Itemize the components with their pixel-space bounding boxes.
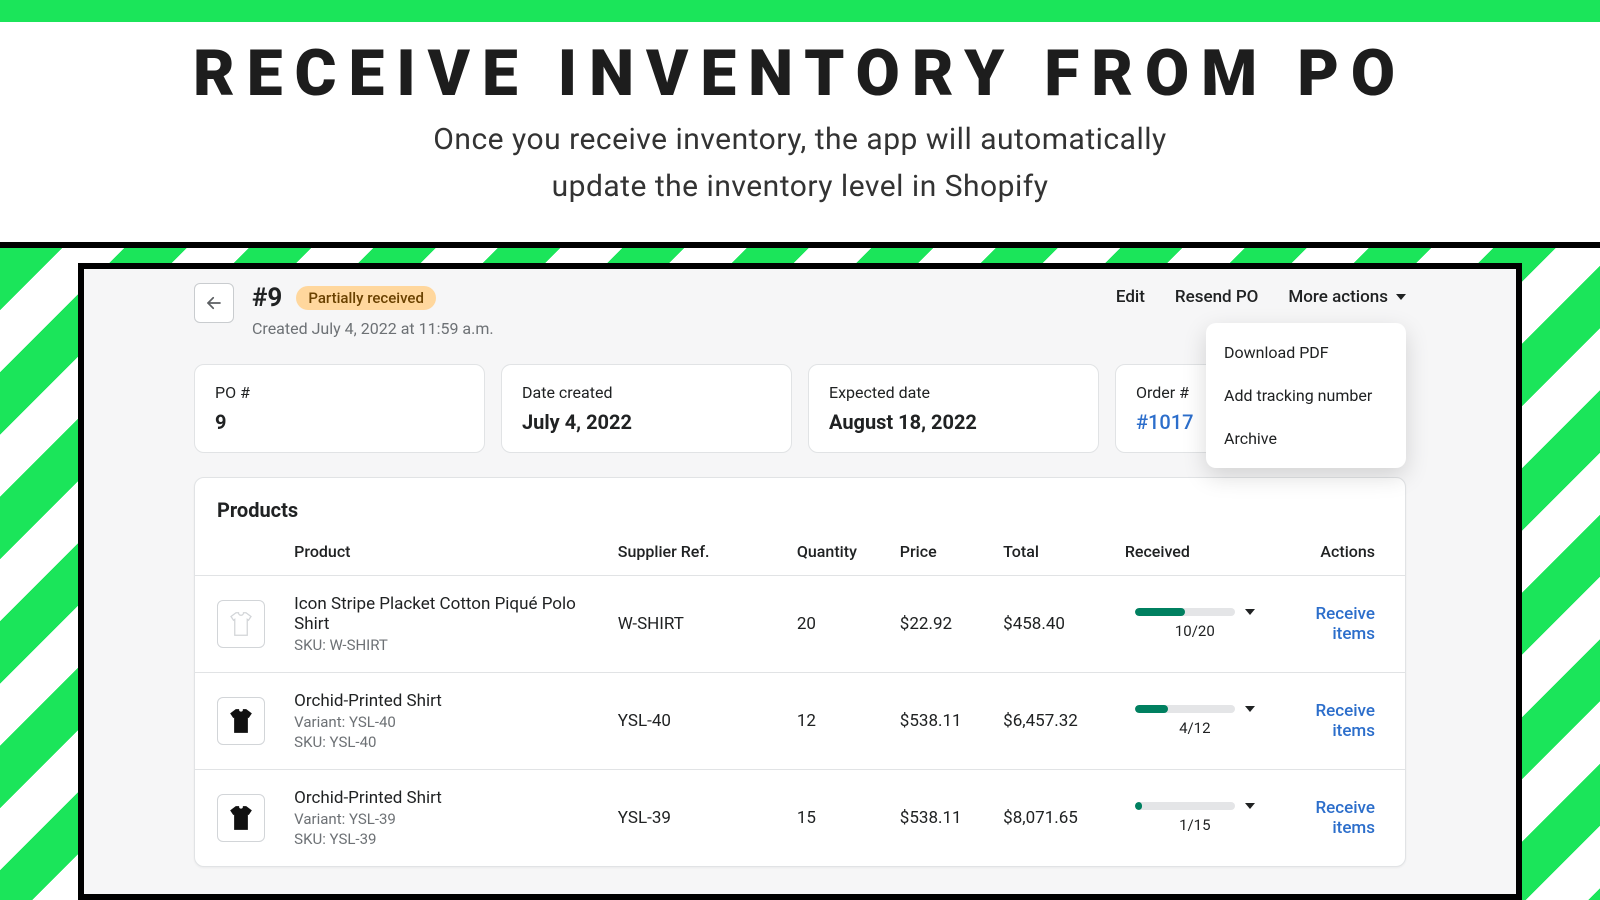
- col-product: Product: [284, 526, 608, 576]
- received-dropdown-icon[interactable]: [1245, 803, 1255, 809]
- resend-po-button[interactable]: Resend PO: [1175, 287, 1259, 307]
- menu-download-pdf[interactable]: Download PDF: [1206, 331, 1406, 374]
- status-badge: Partially received: [296, 286, 436, 310]
- cell-quantity: 12: [787, 673, 890, 770]
- product-variant: Variant: YSL-40: [294, 713, 598, 731]
- table-row: Icon Stripe Placket Cotton Piqué Polo Sh…: [195, 576, 1405, 673]
- product-sku: SKU: YSL-39: [294, 830, 598, 848]
- receive-items-button[interactable]: Receive items: [1315, 798, 1375, 838]
- received-progress-bar: [1135, 802, 1235, 810]
- cell-total: $6,457.32: [993, 673, 1115, 770]
- card-value: August 18, 2022: [829, 410, 1078, 434]
- received-progress-bar: [1135, 608, 1235, 616]
- card-po-number: PO # 9: [194, 364, 485, 453]
- received-progress-bar: [1135, 705, 1235, 713]
- table-row: Orchid-Printed Shirt Variant: YSL-40 SKU: …: [195, 673, 1405, 770]
- card-date-created: Date created July 4, 2022: [501, 364, 792, 453]
- product-thumbnail: [217, 600, 265, 648]
- more-actions-label: More actions: [1288, 287, 1388, 307]
- col-quantity: Quantity: [787, 526, 890, 576]
- cell-total: $8,071.65: [993, 770, 1115, 867]
- edit-button[interactable]: Edit: [1116, 287, 1145, 307]
- cell-supplier-ref: YSL-40: [608, 673, 787, 770]
- hero-title: RECEIVE INVENTORY FROM PO: [0, 40, 1600, 107]
- product-name: Icon Stripe Placket Cotton Piqué Polo Sh…: [294, 594, 598, 634]
- arrow-left-icon: [205, 294, 223, 312]
- product-name: Orchid-Printed Shirt: [294, 691, 598, 711]
- cell-price: $538.11: [890, 770, 993, 867]
- created-timestamp: Created July 4, 2022 at 11:59 a.m.: [252, 319, 1098, 338]
- cell-total: $458.40: [993, 576, 1115, 673]
- received-count: 4/12: [1179, 719, 1210, 737]
- products-panel: Products Product Supplier Ref. Quantity …: [194, 477, 1406, 867]
- received-count: 1/15: [1179, 816, 1210, 834]
- col-received: Received: [1115, 526, 1306, 576]
- card-expected-date: Expected date August 18, 2022: [808, 364, 1099, 453]
- received-count: 10/20: [1175, 622, 1215, 640]
- po-title: #9: [252, 283, 282, 313]
- hero-block: RECEIVE INVENTORY FROM PO Once you recei…: [0, 22, 1600, 224]
- received-dropdown-icon[interactable]: [1245, 609, 1255, 615]
- card-label: Date created: [522, 383, 771, 402]
- cell-price: $22.92: [890, 576, 993, 673]
- cell-quantity: 20: [787, 576, 890, 673]
- more-actions-button[interactable]: More actions: [1288, 287, 1406, 307]
- card-value: 9: [215, 410, 464, 434]
- back-button[interactable]: [194, 283, 234, 323]
- cell-price: $538.11: [890, 673, 993, 770]
- products-heading: Products: [195, 478, 1405, 526]
- cell-quantity: 15: [787, 770, 890, 867]
- table-row: Orchid-Printed Shirt Variant: YSL-39 SKU: …: [195, 770, 1405, 867]
- app-window: #9 Partially received Created July 4, 20…: [78, 263, 1522, 900]
- menu-archive[interactable]: Archive: [1206, 417, 1406, 460]
- product-thumbnail: [217, 794, 265, 842]
- products-table: Product Supplier Ref. Quantity Price Tot…: [195, 526, 1405, 866]
- card-label: PO #: [215, 383, 464, 402]
- card-label: Expected date: [829, 383, 1078, 402]
- col-price: Price: [890, 526, 993, 576]
- more-actions-menu: Download PDF Add tracking number Archive: [1206, 323, 1406, 468]
- product-variant: Variant: YSL-39: [294, 810, 598, 828]
- cell-supplier-ref: YSL-39: [608, 770, 787, 867]
- product-sku: SKU: W-SHIRT: [294, 636, 598, 654]
- menu-add-tracking[interactable]: Add tracking number: [1206, 374, 1406, 417]
- product-name: Orchid-Printed Shirt: [294, 788, 598, 808]
- chevron-down-icon: [1396, 294, 1406, 300]
- receive-items-button[interactable]: Receive items: [1315, 604, 1375, 644]
- col-supplier-ref: Supplier Ref.: [608, 526, 787, 576]
- cell-supplier-ref: W-SHIRT: [608, 576, 787, 673]
- product-sku: SKU: YSL-40: [294, 733, 598, 751]
- decorative-top-bar: [0, 0, 1600, 22]
- product-thumbnail: [217, 697, 265, 745]
- card-value: July 4, 2022: [522, 410, 771, 434]
- col-actions: Actions: [1305, 526, 1405, 576]
- col-total: Total: [993, 526, 1115, 576]
- received-dropdown-icon[interactable]: [1245, 706, 1255, 712]
- hero-subtitle: Once you receive inventory, the app will…: [0, 117, 1600, 210]
- receive-items-button[interactable]: Receive items: [1315, 701, 1375, 741]
